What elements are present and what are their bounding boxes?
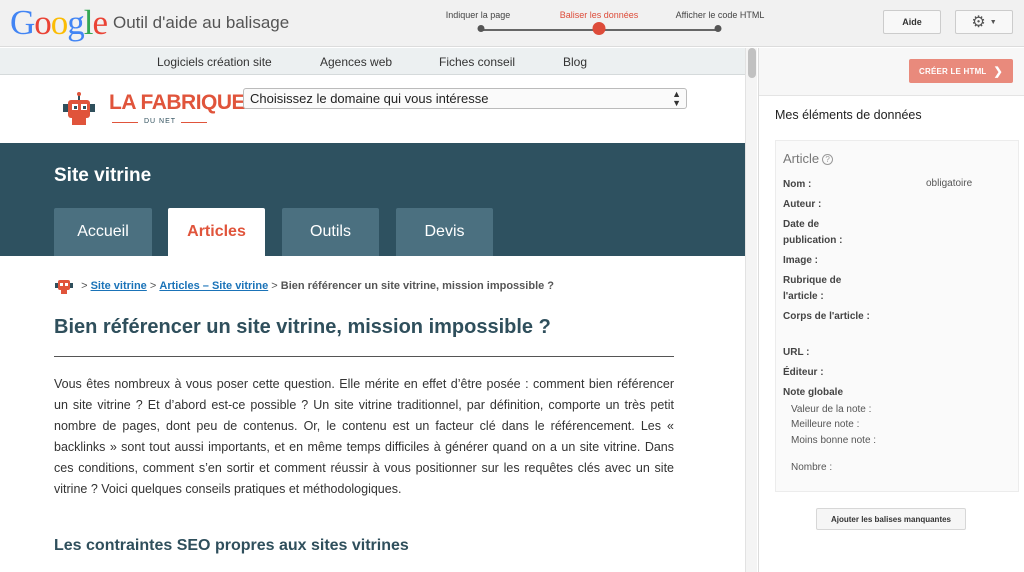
robot-logo-icon[interactable] [62,92,96,130]
tab-devis[interactable]: Devis [396,208,493,256]
step-dot [714,25,722,32]
step-label-baliser[interactable]: Baliser les données [560,10,639,20]
add-missing-tags-button[interactable]: Ajouter les balises manquantes [816,508,966,530]
breadcrumb-link-site-vitrine[interactable]: Site vitrine [91,280,147,292]
logo-letter: g [67,3,84,42]
field-editeur[interactable]: Éditeur : [783,365,873,381]
site-logo-subtext: DU NET [144,118,177,125]
heading-divider [54,356,674,357]
breadcrumb-current: Bien référencer un site vitrine, mission… [280,279,555,292]
field-date-publication[interactable]: Date de publication : [783,217,855,249]
breadcrumb-separator: > [271,279,278,292]
step-label-indiquer[interactable]: Indiquer la page [446,10,511,20]
breadcrumb: > Site vitrine > Articles – Site vitrine… [54,277,554,297]
logo-rule [181,122,207,123]
tab-outils[interactable]: Outils [282,208,379,256]
data-items-panel: CRÉER LE HTML ❯ Mes éléments de données … [758,48,1024,572]
chevron-right-icon: ❯ [993,65,1003,78]
preview-scrollbar[interactable] [745,48,757,572]
field-url[interactable]: URL : [783,345,873,361]
select-arrows-icon: ▲ ▼ [672,89,681,108]
domain-select-value: Choisissez le domaine qui vous intéresse [250,91,489,106]
required-label: obligatoire [926,178,973,189]
field-nom[interactable]: Nom : [783,177,873,193]
scrollbar-thumb[interactable] [748,48,756,78]
top-bar: Google Outil d'aide au balisage Indiquer… [0,0,1024,47]
home-robot-icon[interactable] [54,277,74,295]
breadcrumb-separator: > [149,279,157,292]
domain-select[interactable]: Choisissez le domaine qui vous intéresse… [243,88,687,109]
help-button[interactable]: Aide [883,10,941,34]
google-logo: Google [10,3,109,42]
logo-letter: G [10,3,35,42]
card-title-label: Article [783,151,820,166]
site-banner: Site vitrine Accueil Articles Outils Dev… [0,143,745,256]
logo-rule [112,122,138,123]
chevron-down-icon: ▼ [989,18,997,26]
article-card: Article? Nom : obligatoire Auteur : Date… [775,140,1019,492]
subfield-moins-bonne-note[interactable]: Moins bonne note : [791,433,883,448]
field-note-globale[interactable]: Note globale [783,385,873,401]
logo-letter: e [92,3,109,42]
step-label-afficher[interactable]: Afficher le code HTML [676,10,765,20]
article-subheading: Les contraintes SEO propres aux sites vi… [54,537,409,554]
panel-title: Mes éléments de données [775,108,922,122]
logo-letter: l [83,3,94,42]
step-dot-current [592,22,606,35]
gear-icon: ⚙ [971,14,986,31]
help-question-icon[interactable]: ? [822,154,834,165]
nav-link-fiches[interactable]: Fiches conseil [439,55,515,69]
page-preview: Logiciels création site Agences web Fich… [0,48,745,572]
site-logo-text: LA FABRIQUE [109,91,246,114]
subfield-meilleure-note[interactable]: Meilleure note : [791,417,891,432]
field-rubrique[interactable]: Rubrique de l'article : [783,273,855,305]
tab-articles[interactable]: Articles [168,208,265,256]
nav-link-logiciels[interactable]: Logiciels création site [157,55,272,69]
article-heading: Bien référencer un site vitrine, mission… [54,316,551,338]
card-title: Article? [783,151,834,166]
breadcrumb-separator: > [81,279,88,292]
step-progress: Indiquer la page Baliser les données Aff… [430,9,780,39]
logo-letter: o [50,3,68,42]
subfield-valeur-note[interactable]: Valeur de la note : [791,402,891,417]
step-dot [477,25,485,32]
field-auteur[interactable]: Auteur : [783,197,873,213]
field-corps[interactable]: Corps de l'article : [783,309,873,325]
site-nav: Logiciels création site Agences web Fich… [0,48,745,75]
settings-button[interactable]: ⚙ ▼ [955,10,1013,34]
field-image[interactable]: Image : [783,253,873,269]
subfield-nombre[interactable]: Nombre : [791,460,891,475]
nav-link-agences[interactable]: Agences web [320,55,392,69]
article-paragraph: Vous êtes nombreux à vous poser cette qu… [54,377,674,496]
logo-letter: o [34,3,51,42]
create-html-button[interactable]: CRÉER LE HTML ❯ [909,59,1013,83]
banner-title: Site vitrine [54,165,152,186]
tab-accueil[interactable]: Accueil [54,208,152,256]
nav-link-blog[interactable]: Blog [563,55,587,69]
create-html-label: CRÉER LE HTML [919,66,987,76]
app-title: Outil d'aide au balisage [113,13,290,32]
breadcrumb-link-articles[interactable]: Articles – Site vitrine [159,280,268,292]
